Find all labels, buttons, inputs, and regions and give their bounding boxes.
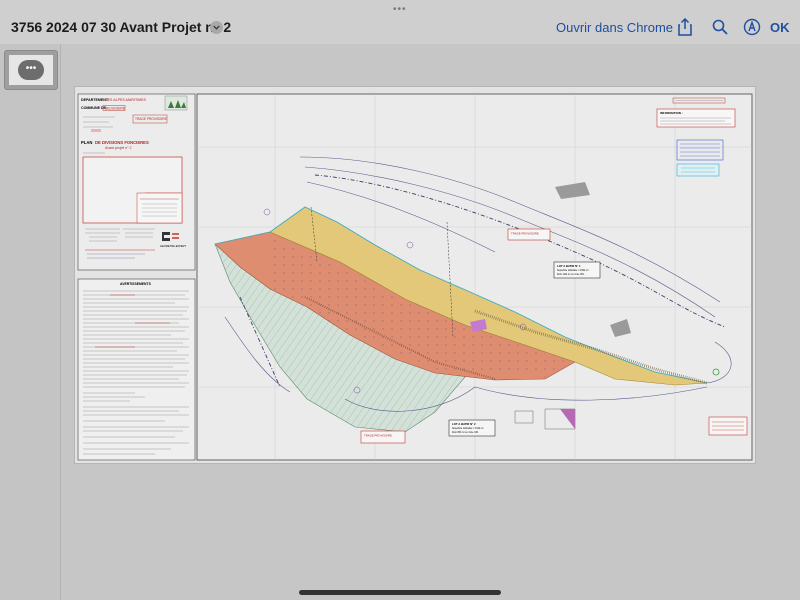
plan-title: DE DIVISIONS FONCIERES: [95, 140, 149, 145]
open-in-chrome-button[interactable]: Ouvrir dans Chrome: [556, 20, 673, 35]
lot2-area: Superficie indicative = 1912 m²: [452, 427, 484, 430]
top-toolbar: ••• 3756 2024 07 30 Avant Projet n° 2 Ou…: [0, 0, 800, 45]
page-thumbnail[interactable]: •••: [4, 50, 58, 90]
plan-subtitle: Avant projet n° 2: [104, 146, 132, 150]
ok-button[interactable]: OK: [770, 20, 790, 35]
cartouche-stamp: TRAGE PROVISOIRE: [135, 117, 167, 121]
search-icon[interactable]: [711, 18, 729, 36]
document-page: DEPARTEMENT DES ALPES-MARITIMES COMMUNE …: [74, 86, 756, 464]
stamp-top-text: TRAGE PROVISOIRE: [511, 232, 539, 236]
commune-label: COMMUNE DE: [81, 106, 107, 110]
lot2-zone: Dont 863 m² en zone UF1: [452, 431, 479, 434]
lot1-title: LOT A BATIR N° 1: [557, 264, 581, 268]
window-grabber[interactable]: •••: [393, 4, 407, 15]
share-icon[interactable]: [676, 17, 694, 36]
dept-value: DES ALPES-MARITIMES: [105, 98, 147, 102]
stamp-bottom-text: TRAGE PROVISOIRE: [364, 434, 392, 438]
plan-label: PLAN: [81, 140, 92, 145]
lot1-area: Superficie indicative = 1991 m²: [557, 269, 589, 272]
chevron-down-icon[interactable]: [210, 21, 223, 34]
plan-drawing: DEPARTEMENT DES ALPES-MARITIMES COMMUNE …: [77, 93, 753, 461]
lot2-title: LOT A BATIR N° 2: [452, 422, 476, 426]
commune-value: BELVEDERE: [105, 106, 126, 110]
page-thumbnail-sidebar: •••: [0, 44, 61, 600]
notice-title: AVERTISSEMENTS: [120, 282, 152, 286]
document-viewer[interactable]: DEPARTEMENT DES ALPES-MARITIMES COMMUNE …: [61, 44, 800, 600]
notice-panel: [77, 278, 196, 461]
document-title[interactable]: 3756 2024 07 30 Avant Projet n° 2: [11, 19, 231, 35]
home-indicator[interactable]: [299, 590, 501, 595]
markup-icon[interactable]: [743, 18, 761, 36]
info-title: INFORMATION :: [660, 111, 683, 115]
lot1-zone: Dont 1114 m² en zone UF1: [557, 273, 585, 276]
firm-name: GEOMETRE-EXPERT: [160, 244, 186, 248]
more-options-button[interactable]: •••: [18, 60, 44, 80]
